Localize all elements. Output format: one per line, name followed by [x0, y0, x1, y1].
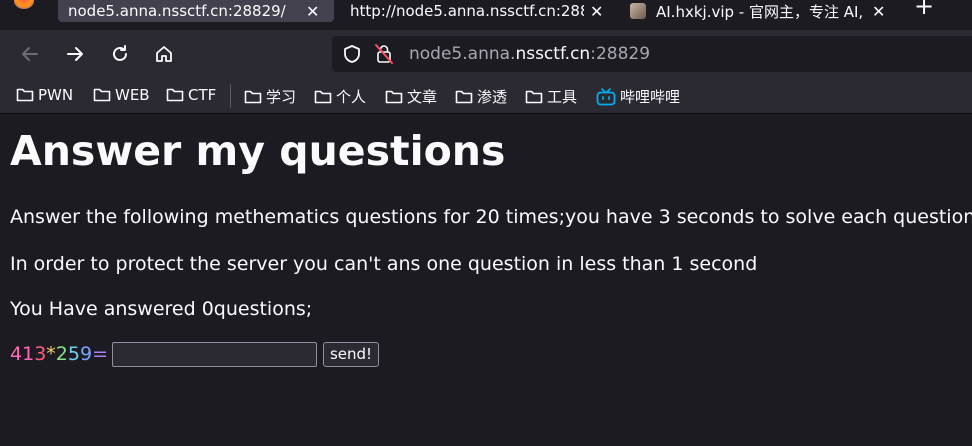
bookmark-articles[interactable]: 文章: [385, 86, 437, 107]
tab-title: node5.anna.nssctf.cn:28829/: [68, 2, 286, 20]
question-char: =: [92, 343, 108, 365]
folder-icon: [314, 90, 332, 103]
tab-title: http://node5.anna.nssctf.cn:28829/: [350, 2, 584, 20]
site-favicon-icon: [630, 3, 646, 19]
folder-icon: [525, 90, 543, 103]
page-title: Answer my questions: [10, 127, 506, 175]
url-prefix: node5.anna.: [409, 44, 516, 64]
question-char: 1: [22, 343, 35, 365]
question-char: 3: [34, 343, 47, 365]
bookmarks-separator: [230, 84, 231, 108]
reload-icon: [113, 45, 127, 61]
question-char: 9: [79, 343, 93, 365]
url-host: nssctf.cn: [515, 44, 591, 64]
tab-close-icon[interactable]: ✕: [872, 2, 885, 21]
tab[interactable]: AI.hxkj.vip - 官网主，专注 AI, ✕: [622, 0, 890, 22]
folder-icon: [166, 88, 184, 102]
answer-input[interactable]: [111, 341, 317, 367]
question-char: 4: [10, 343, 23, 365]
tab-active[interactable]: node5.anna.nssctf.cn:28829/ ✕: [58, 0, 334, 22]
bilibili-icon: [596, 87, 616, 105]
math-question: 413*259=: [10, 343, 108, 365]
bookmark-study[interactable]: 学习: [244, 86, 296, 107]
back-button[interactable]: [18, 42, 42, 66]
firefox-logo-icon[interactable]: [14, 0, 34, 9]
instructions-text: Answer the following methematics questio…: [10, 206, 972, 228]
question-char: 5: [67, 343, 80, 365]
question-char: *: [46, 343, 56, 365]
url-text[interactable]: node5.anna.nssctf.cn:28829: [409, 44, 650, 64]
question-form: 413*259= send!: [10, 341, 380, 367]
bookmark-label: 学习: [266, 88, 297, 106]
address-bar[interactable]: node5.anna.nssctf.cn:28829: [332, 36, 972, 72]
bookmark-pwn[interactable]: PWN: [16, 86, 73, 104]
bookmark-bilibili[interactable]: 哔哩哔哩: [596, 86, 680, 107]
tab-strip: node5.anna.nssctf.cn:28829/ ✕ http://nod…: [0, 0, 972, 30]
tab[interactable]: http://node5.anna.nssctf.cn:28829/ ✕: [338, 0, 614, 22]
bookmark-pentest[interactable]: 渗透: [455, 86, 507, 107]
arrow-right-icon: [67, 47, 83, 61]
folder-icon: [16, 88, 34, 102]
home-button[interactable]: [152, 42, 176, 66]
bookmarks-toolbar: PWN WEB CTF 学习 个人 文章 渗透 工具 哔哩哔哩: [0, 78, 972, 114]
bookmark-label: 工具: [547, 88, 578, 106]
insecure-lock-icon[interactable]: [374, 43, 394, 65]
tab-close-icon[interactable]: ✕: [306, 2, 319, 21]
forward-button[interactable]: [63, 42, 87, 66]
bookmark-personal[interactable]: 个人: [314, 86, 366, 107]
answered-count-text: You Have answered 0questions;: [10, 298, 313, 320]
folder-icon: [455, 90, 473, 103]
bookmark-label: CTF: [188, 86, 217, 104]
bookmark-label: 文章: [407, 88, 438, 106]
bookmark-label: 哔哩哔哩: [620, 88, 681, 106]
url-port: :28829: [590, 44, 651, 64]
arrow-left-icon: [22, 47, 38, 61]
home-icon: [156, 46, 172, 62]
navigation-toolbar: node5.anna.nssctf.cn:28829: [0, 30, 972, 78]
bookmark-label: PWN: [38, 86, 74, 104]
bookmark-web[interactable]: WEB: [93, 86, 150, 104]
bookmark-label: 个人: [336, 88, 367, 106]
bookmark-label: WEB: [115, 86, 150, 104]
bookmark-ctf[interactable]: CTF: [166, 86, 216, 104]
folder-icon: [385, 90, 403, 103]
bookmark-label: 渗透: [477, 88, 508, 106]
tab-close-icon[interactable]: ✕: [590, 2, 603, 21]
reload-button[interactable]: [108, 42, 132, 66]
rate-limit-text: In order to protect the server you can't…: [10, 253, 758, 275]
bookmark-tools[interactable]: 工具: [525, 86, 577, 107]
folder-icon: [244, 90, 262, 103]
question-char: 2: [55, 343, 68, 365]
page-content: Answer my questions Answer the following…: [0, 115, 972, 446]
shield-icon[interactable]: [342, 44, 362, 64]
tab-title: AI.hxkj.vip - 官网主，专注 AI,: [656, 2, 864, 21]
folder-icon: [93, 88, 111, 102]
send-button[interactable]: send!: [322, 341, 380, 367]
new-tab-button[interactable]: +: [914, 0, 934, 20]
